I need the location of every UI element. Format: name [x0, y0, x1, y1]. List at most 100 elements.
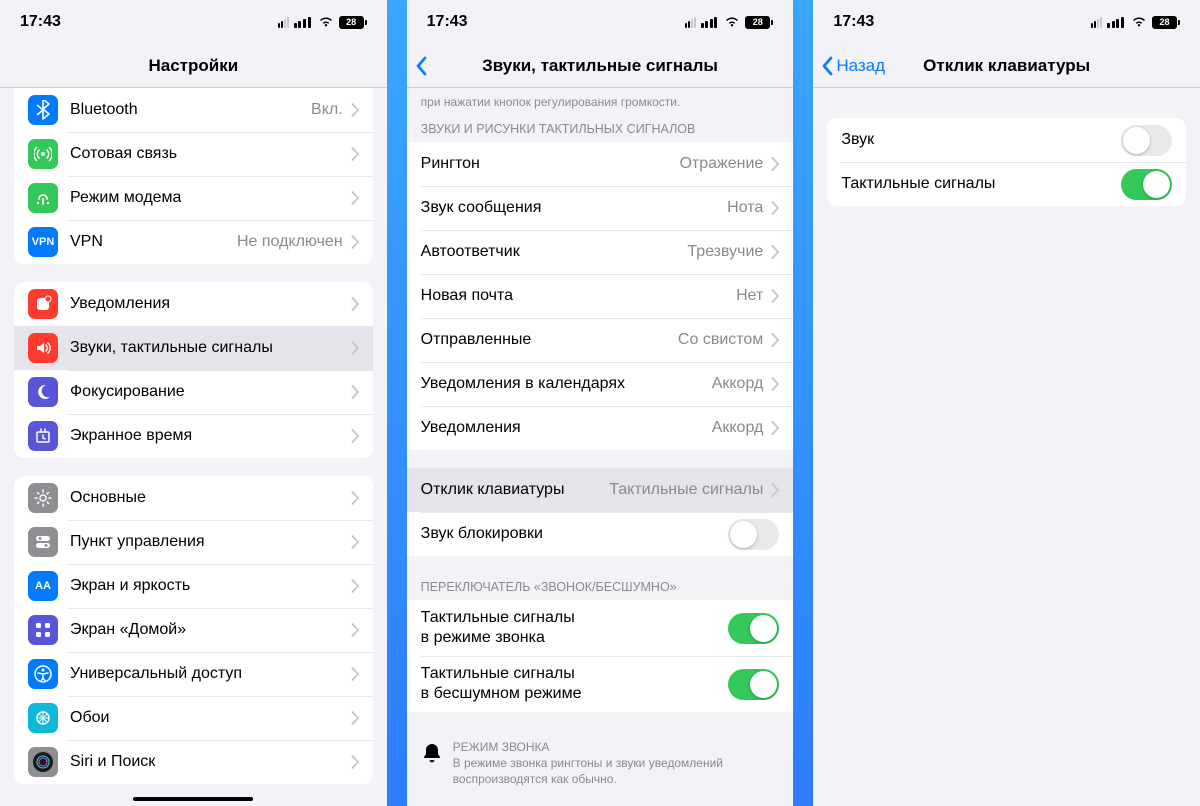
list-item-value: Трезвучие: [687, 243, 763, 261]
list-item[interactable]: Звуки, тактильные сигналы: [14, 326, 373, 370]
group-keyboard-feedback: Звук Тактильные сигналы: [827, 118, 1186, 206]
home-indicator[interactable]: [133, 797, 253, 801]
toggle-row[interactable]: Тактильные сигналыв режиме звонка: [407, 600, 794, 656]
list-item-label: Уведомления в календарях: [421, 375, 704, 393]
list-item-value: Аккорд: [712, 375, 764, 393]
section-switch-header: ПЕРЕКЛЮЧАТЕЛЬ «ЗВОНОК/БЕСШУМНО»: [407, 574, 794, 600]
list-item[interactable]: Фокусирование: [14, 370, 373, 414]
list-item[interactable]: ОтправленныеСо свистом: [407, 318, 794, 362]
list-item[interactable]: Уведомления в календарях Аккорд: [407, 362, 794, 406]
chevron-right-icon: [351, 755, 359, 769]
status-time: 17:43: [427, 13, 468, 31]
list-item[interactable]: Siri и Поиск: [14, 740, 373, 784]
list-item[interactable]: VPNVPNНе подключен: [14, 220, 373, 264]
wifi-icon: [1131, 16, 1147, 28]
display-icon: AA: [28, 571, 58, 601]
status-time: 17:43: [833, 13, 874, 31]
settings-scroll[interactable]: BluetoothВкл.Сотовая связьРежим модемаVP…: [0, 88, 387, 806]
cellular-signal-icon: [1107, 17, 1124, 28]
chevron-right-icon: [351, 191, 359, 205]
list-item[interactable]: Основные: [14, 476, 373, 520]
chevron-right-icon: [771, 377, 779, 391]
toggle-switch[interactable]: [728, 519, 779, 550]
list-item-label: Звук: [841, 131, 1113, 149]
list-item-label: Экран «Домой»: [70, 621, 343, 639]
ring-mode-title: РЕЖИМ ЗВОНКА: [453, 740, 780, 754]
chevron-right-icon: [351, 103, 359, 117]
list-item-label: Звуки, тактильные сигналы: [70, 339, 343, 357]
list-item-value: Тактильные сигналы: [609, 481, 763, 499]
cellular-signal-2-icon: [685, 17, 696, 28]
toggle-row[interactable]: Тактильные сигналы: [827, 162, 1186, 206]
list-item[interactable]: Режим модема: [14, 176, 373, 220]
list-item[interactable]: Автоответчик Трезвучие: [407, 230, 794, 274]
group-general: Основные Пункт управленияAAЭкран и яркост…: [14, 476, 373, 784]
group-keyboard-lock: Отклик клавиатурыТактильные сигналы Звук …: [407, 468, 794, 556]
toggle-switch[interactable]: [1121, 169, 1172, 200]
settings-screen: 17:43 28 Настройки BluetoothВкл.Сотовая …: [0, 0, 387, 806]
list-item-label: Тактильные сигналыв режиме звонка: [421, 608, 721, 648]
status-indicators: 28: [685, 16, 774, 29]
list-item[interactable]: Звук сообщенияНота: [407, 186, 794, 230]
list-item-label: Основные: [70, 489, 343, 507]
list-item[interactable]: Пункт управления: [14, 520, 373, 564]
list-item[interactable]: Обои: [14, 696, 373, 740]
toggle-switch[interactable]: [728, 669, 779, 700]
list-item[interactable]: Новая почта Нет: [407, 274, 794, 318]
toggle-row[interactable]: Тактильные сигналыв бесшумном режиме: [407, 656, 794, 712]
list-item-label: Уведомления: [421, 419, 704, 437]
toggle-row[interactable]: Звук блокировки: [407, 512, 794, 556]
status-bar: 17:43 28: [407, 0, 794, 44]
sounds-scroll[interactable]: при нажатии кнопок регулирования громкос…: [407, 88, 794, 806]
list-item-label: Новая почта: [421, 287, 728, 305]
cellular-signal-2-icon: [1091, 17, 1102, 28]
wallpaper-icon: [28, 703, 58, 733]
back-button[interactable]: [415, 56, 430, 76]
list-item[interactable]: Уведомления: [14, 282, 373, 326]
chevron-right-icon: [771, 289, 779, 303]
chevron-right-icon: [351, 147, 359, 161]
toggle-switch[interactable]: [728, 613, 779, 644]
toggle-switch[interactable]: [1121, 125, 1172, 156]
list-item[interactable]: РингтонОтражение: [407, 142, 794, 186]
toggle-row[interactable]: Звук: [827, 118, 1186, 162]
focus-icon: [28, 377, 58, 407]
list-item[interactable]: BluetoothВкл.: [14, 88, 373, 132]
list-item-label: Звук блокировки: [421, 525, 721, 543]
volume-footnote: при нажатии кнопок регулирования громкос…: [407, 88, 794, 118]
chevron-right-icon: [351, 429, 359, 443]
status-bar: 17:43 28: [813, 0, 1200, 44]
page-title: Звуки, тактильные сигналы: [482, 56, 718, 76]
sounds-icon: [28, 333, 58, 363]
list-item[interactable]: Сотовая связь: [14, 132, 373, 176]
list-item-label: Тактильные сигналы: [841, 175, 1113, 193]
hotspot-icon: [28, 183, 58, 213]
list-item-value: Нет: [736, 287, 763, 305]
back-button[interactable]: Назад: [821, 56, 885, 76]
list-item[interactable]: Экранное время: [14, 414, 373, 458]
list-item-value: Со свистом: [678, 331, 763, 349]
status-indicators: 28: [1091, 16, 1180, 29]
chevron-right-icon: [771, 245, 779, 259]
bell-icon: [421, 742, 443, 787]
ring-mode-footer: РЕЖИМ ЗВОНКА В режиме звонка рингтоны и …: [407, 730, 794, 806]
list-item[interactable]: Экран «Домой»: [14, 608, 373, 652]
battery-icon: 28: [339, 16, 367, 29]
list-item[interactable]: AAЭкран и яркость: [14, 564, 373, 608]
list-item-label: Автоответчик: [421, 243, 680, 261]
battery-icon: 28: [1152, 16, 1180, 29]
list-item-value: Отражение: [679, 155, 763, 173]
chevron-right-icon: [351, 235, 359, 249]
chevron-right-icon: [351, 297, 359, 311]
chevron-right-icon: [351, 711, 359, 725]
cellular-signal-2-icon: [278, 17, 289, 28]
chevron-right-icon: [771, 157, 779, 171]
list-item-label: Фокусирование: [70, 383, 343, 401]
list-item[interactable]: Универсальный доступ: [14, 652, 373, 696]
list-item-label: Bluetooth: [70, 101, 303, 119]
list-item[interactable]: УведомленияАккорд: [407, 406, 794, 450]
keyboard-feedback-scroll[interactable]: Звук Тактильные сигналы: [813, 88, 1200, 806]
navigation-bar: Настройки: [0, 44, 387, 88]
status-indicators: 28: [278, 16, 367, 29]
list-item[interactable]: Отклик клавиатурыТактильные сигналы: [407, 468, 794, 512]
